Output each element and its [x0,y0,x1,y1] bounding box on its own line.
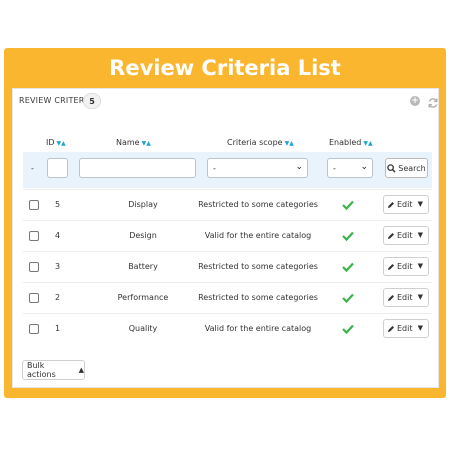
filter-row: - - ⌄ - ⌄ Search [23,152,432,188]
column-enabled-label: Enabled [329,138,362,147]
panel-header: REVIEW CRITERIA 5 + [13,89,438,117]
row-name: Battery [128,262,158,271]
chevron-down-icon: ⌄ [360,162,368,172]
row-id: 3 [55,262,61,271]
filter-scope-select[interactable]: - ⌄ [207,158,308,178]
edit-button[interactable]: Edit ▼ [383,288,429,307]
row-checkbox[interactable] [29,293,39,303]
edit-label: Edit [397,324,413,333]
row-scope: Restricted to some categories [198,293,318,302]
table-row: 1 Quality Valid for the entire catalog E… [23,313,432,345]
edit-button[interactable]: Edit ▼ [383,257,429,276]
table-row: 2 Performance Restricted to some categor… [23,282,432,314]
caret-down-icon[interactable]: ▼ [418,324,423,332]
banner: Review Criteria List [4,48,446,88]
frame: Review Criteria List REVIEW CRITERIA 5 +… [4,48,446,398]
check-icon[interactable] [341,198,355,212]
column-scope-label: Criteria scope [227,138,283,147]
row-checkbox[interactable] [29,262,39,272]
table-row: 3 Battery Restricted to some categories … [23,251,432,283]
search-label: Search [398,163,426,173]
edit-button[interactable]: Edit ▼ [383,319,429,338]
caret-down-icon[interactable]: ▼ [418,200,423,208]
sort-arrows-icon[interactable]: ▼▲ [285,140,294,147]
row-id: 1 [55,324,61,333]
refresh-icon[interactable] [427,94,439,108]
filter-name-input[interactable] [79,158,196,178]
row-scope: Valid for the entire catalog [204,231,312,240]
sort-arrows-icon[interactable]: ▼▲ [57,140,66,147]
plus-circle-icon[interactable]: + [410,96,420,106]
chevron-down-icon: ⌄ [295,162,303,172]
pencil-icon [388,263,394,270]
row-scope: Restricted to some categories [198,200,318,209]
column-scope-header[interactable]: Criteria scope ▼▲ [227,138,294,147]
row-name: Display [128,200,158,209]
review-criteria-panel: REVIEW CRITERIA 5 + ID ▼▲ Name ▼▲ Criteria… [12,88,439,388]
row-id: 5 [55,200,61,209]
count-badge: 5 [83,93,101,109]
column-name-label: Name [116,138,140,147]
row-id: 4 [55,231,61,240]
check-icon[interactable] [341,291,355,305]
row-checkbox[interactable] [29,324,39,334]
search-icon [387,163,396,173]
pencil-icon [388,325,394,332]
row-checkbox[interactable] [29,231,39,241]
caret-up-icon: ▲ [78,366,84,374]
table-row: 4 Design Valid for the entire catalog Ed… [23,220,432,252]
row-checkbox[interactable] [29,200,39,210]
caret-down-icon[interactable]: ▼ [418,293,423,301]
filter-id-input[interactable] [47,158,68,178]
sort-arrows-icon[interactable]: ▼▲ [363,140,372,147]
sort-arrows-icon[interactable]: ▼▲ [142,140,151,147]
caret-down-icon[interactable]: ▼ [418,231,423,239]
row-name: Design [129,231,157,240]
filter-enabled-value: - [333,163,336,173]
edit-label: Edit [397,293,413,302]
edit-button[interactable]: Edit ▼ [383,226,429,245]
edit-label: Edit [397,200,413,209]
row-name: Performance [117,293,169,302]
column-name-header[interactable]: Name ▼▲ [116,138,151,147]
filter-dash: - [31,164,34,173]
check-icon[interactable] [341,260,355,274]
caret-down-icon[interactable]: ▼ [418,262,423,270]
banner-title: Review Criteria List [109,56,341,80]
row-scope: Valid for the entire catalog [204,324,312,333]
pencil-icon [388,201,394,208]
filter-enabled-select[interactable]: - ⌄ [327,158,373,178]
row-scope: Restricted to some categories [198,262,318,271]
check-icon[interactable] [341,229,355,243]
search-button[interactable]: Search [385,158,428,178]
panel-title: REVIEW CRITERIA [19,96,93,105]
bulk-actions-label: Bulk actions [27,361,56,379]
filter-scope-value: - [213,163,216,173]
bulk-actions-button[interactable]: Bulk actions ▲ [22,360,85,380]
edit-button[interactable]: Edit ▼ [383,195,429,214]
pencil-icon [388,294,394,301]
table-row: 5 Display Restricted to some categories … [23,189,432,221]
row-name: Quality [128,324,158,333]
check-icon[interactable] [341,322,355,336]
column-enabled-header[interactable]: Enabled ▼▲ [329,138,373,147]
pencil-icon [388,232,394,239]
row-id: 2 [55,293,61,302]
edit-label: Edit [397,231,413,240]
edit-label: Edit [397,262,413,271]
column-id-header[interactable]: ID ▼▲ [46,138,66,147]
column-id-label: ID [46,138,55,147]
